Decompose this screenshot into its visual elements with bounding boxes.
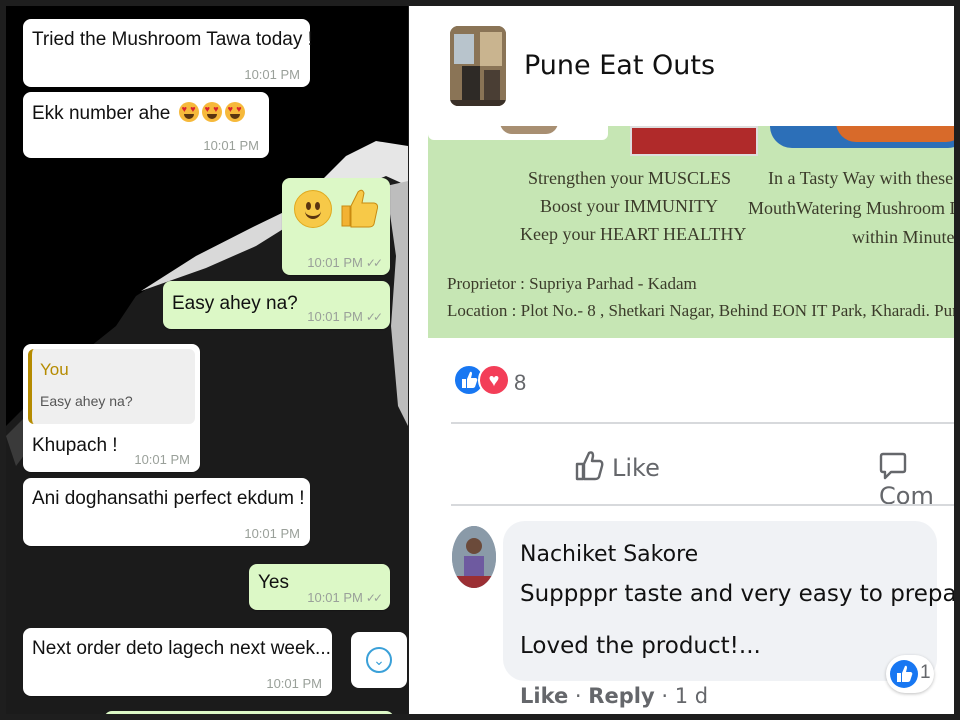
smiley-emoji-icon [294,190,332,228]
message-time: 10:01 PM [244,67,300,82]
heart-eyes-emoji-icon [224,102,245,122]
banner-text: Strengthen your MUSCLES [528,168,732,188]
promo-banner-image: Strengthen your MUSCLES Boost your IMMUN… [428,126,954,338]
comment-icon [879,452,907,480]
avatar-photo [452,526,496,588]
message-time: 10:01 PM [307,255,363,270]
comment-button[interactable]: Com [879,450,954,510]
chevron-down-icon: ⌄ [366,647,392,673]
message-bubble[interactable]: Yes 10:01 PM ✓✓ [249,564,390,610]
location-text: Location : Plot No.- 8 , Shetkari Nagar,… [447,301,954,320]
separator: · [661,684,669,708]
message-text: Next order deto lagech next week... [32,638,331,659]
food-photo [630,126,758,156]
message-text: Khupach ! [32,435,118,456]
commenter-avatar[interactable] [452,526,496,588]
message-time: 10:01 PM [134,452,190,467]
divider [451,504,954,506]
banner-text: In a Tasty Way with these w [768,168,954,188]
message-time: 10:01 PM [244,526,300,541]
love-reaction-icon: ♥ [478,364,510,396]
message-bubble[interactable]: Next order deto lagech next week... 10:0… [23,628,332,696]
like-label: Like [612,454,660,482]
thumbs-up-emoji-icon [341,189,379,228]
proprietor-text: Proprietor : Supriya Parhad - Kadam [447,274,697,293]
double-check-icon: ✓✓ [365,256,383,270]
food-photo [500,126,558,134]
quoted-message[interactable]: You Easy ahey na? [28,349,195,424]
message-bubble[interactable]: Ekk number ahe 10:01 PM [23,92,269,158]
comment-actions: Like · Reply · 1 d [520,684,708,708]
comment-bubble[interactable]: Nachiket Sakore Suppppr taste and very e… [503,521,954,693]
divider [451,422,954,424]
banner-text: within Minute [852,227,954,247]
comment-text: Suppppr taste and very easy to prepare!!… [520,581,954,607]
message-bubble[interactable]: Tried the Mushroom Tawa today ! 10:01 PM [23,19,313,87]
message-time: 10:01 PM [203,138,259,153]
reply-message-bubble[interactable]: You Easy ahey na? Khupach ! 10:01 PM [23,344,200,472]
message-time: 10:01 PM [307,309,363,324]
comment-reactions[interactable]: 1 [886,655,934,693]
banner-text: Boost your IMMUNITY [540,196,718,216]
comment-reaction-count: 1 [920,662,931,683]
double-check-icon: ✓✓ [365,591,383,605]
message-time: 10:01 PM [307,590,363,605]
message-bubble[interactable]: 10:01 PM ✓✓ [282,178,390,275]
banner-text: Keep your HEART HEALTHY [520,224,747,244]
food-photo [836,126,954,142]
storefront-photo [450,26,506,106]
message-text: Ekk number ahe [32,103,171,124]
post-header: Pune Eat Outs [409,6,954,126]
reaction-count[interactable]: 8 [514,370,526,396]
message-time: 10:01 PM [266,676,322,691]
double-check-icon: ✓✓ [365,310,383,324]
message-text: Tried the Mushroom Tawa today ! [32,29,313,50]
comment-reply-link[interactable]: Reply [588,684,654,708]
quoted-author: You [40,360,69,379]
banner-text: MouthWatering Mushroom D [748,198,954,218]
heart-eyes-emoji-icon [178,102,199,122]
thumbs-up-icon [575,451,604,481]
chat-panel: Tried the Mushroom Tawa today ! 10:01 PM… [6,6,408,714]
message-bubble-partial [104,711,394,714]
scroll-down-button[interactable]: ⌄ [351,632,407,688]
like-button[interactable]: Like [574,450,660,482]
separator: · [574,684,582,708]
message-bubble[interactable]: Easy ahey na? 10:01 PM ✓✓ [163,281,390,329]
page-name[interactable]: Pune Eat Outs [524,50,715,81]
page-avatar[interactable] [450,26,506,106]
like-reaction-icon [890,660,918,688]
comment-age: 1 d [674,684,709,708]
message-text: Ani doghansathi perfect ekdum ! [32,488,305,509]
message-text: Easy ahey na? [172,293,298,314]
message-bubble[interactable]: Ani doghansathi perfect ekdum ! 10:01 PM [23,478,310,546]
comment-like-link[interactable]: Like [520,684,568,708]
facebook-post: Pune Eat Outs Strengthen your MUSCLES Bo… [409,6,954,714]
comment-author[interactable]: Nachiket Sakore [520,542,698,567]
quoted-text: Easy ahey na? [40,393,133,409]
comment-text: Loved the product!... [520,633,761,659]
heart-eyes-emoji-icon [201,102,222,122]
message-text: Yes [258,572,289,593]
